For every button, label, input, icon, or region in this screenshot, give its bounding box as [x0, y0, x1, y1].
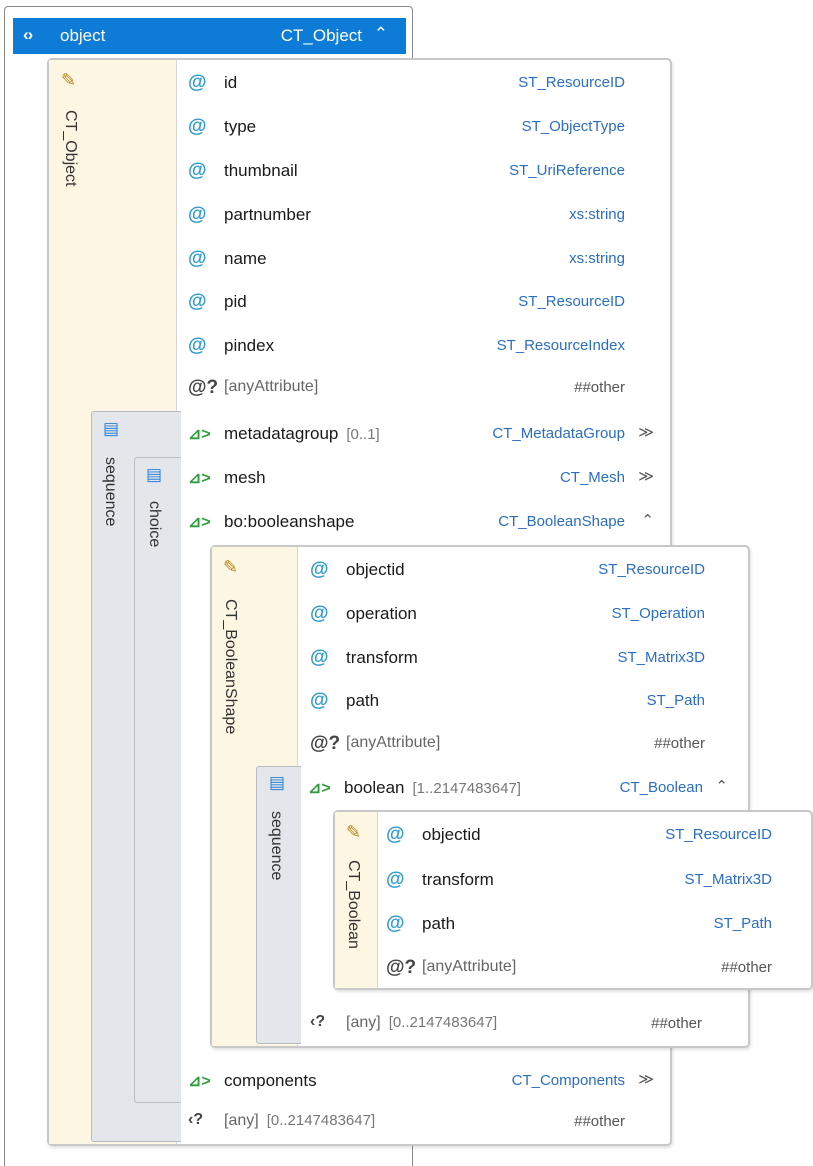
attribute-icon: @ [310, 690, 329, 711]
attribute-icon: @ [310, 647, 329, 668]
any-attribute-row[interactable]: @? [anyAttribute] ##other [310, 731, 710, 761]
expand-chevron-icon[interactable]: ≫ [638, 467, 654, 485]
collapse-chevron-icon[interactable]: ⌃ [374, 24, 388, 44]
ct-object-label: CT_Object [62, 110, 79, 187]
attribute-icon: @ [188, 335, 207, 356]
attribute-icon: @ [188, 160, 207, 181]
choice-icon: ▤ [146, 465, 163, 484]
sequence-icon: ▤ [103, 419, 120, 438]
attribute-row-path[interactable]: @ path ST_Path [310, 688, 710, 718]
object-element-name: object [60, 26, 106, 45]
attribute-row-transform[interactable]: @ transform ST_Matrix3D [386, 867, 776, 897]
expand-chevron-icon[interactable]: ≫ [638, 1070, 654, 1088]
attribute-icon: @ [386, 824, 405, 845]
expand-chevron-icon[interactable]: ≫ [638, 423, 654, 441]
sequence-compositor-booleanshape[interactable]: ▤ sequence [256, 766, 301, 1044]
attribute-row-operation[interactable]: @ operation ST_Operation [310, 601, 710, 631]
any-attribute-icon: @? [310, 733, 341, 754]
element-row-boolean[interactable]: ⊿> boolean [1..2147483647] CT_Boolean ⌃ [308, 775, 728, 805]
any-element-icon: ‹? [188, 1111, 204, 1128]
attribute-row-thumbnail[interactable]: @ thumbnail ST_UriReference [188, 158, 628, 188]
attribute-row-transform[interactable]: @ transform ST_Matrix3D [310, 645, 710, 675]
any-element-row[interactable]: ‹? [any] [0..2147483647] ##other [188, 1109, 628, 1139]
element-row-metadatagroup[interactable]: ⊿> metadatagroup [0..1] CT_MetadataGroup … [188, 421, 658, 451]
complex-type-icon: ✎ [223, 557, 239, 577]
element-row-booleanshape[interactable]: ⊿> bo:booleanshape CT_BooleanShape ⌃ [188, 509, 658, 539]
attribute-icon: @ [188, 204, 207, 225]
attribute-icon: @ [188, 291, 207, 312]
collapse-chevron-icon[interactable]: ⌃ [641, 511, 654, 529]
attribute-row-partnumber[interactable]: @ partnumber xs:string [188, 202, 628, 232]
attribute-row-type[interactable]: @ type ST_ObjectType [188, 114, 628, 144]
attribute-row-path[interactable]: @ path ST_Path [386, 911, 776, 941]
element-icon: ⊿> [188, 426, 211, 443]
any-attribute-icon: @? [386, 957, 417, 978]
sequence-label: sequence [268, 811, 285, 881]
any-attribute-row[interactable]: @? [anyAttribute] ##other [386, 955, 776, 985]
element-icon: ⊿> [188, 514, 211, 531]
attribute-row-objectid[interactable]: @ objectid ST_ResourceID [310, 557, 710, 587]
choice-label: choice [146, 501, 163, 548]
attribute-row-name[interactable]: @ name xs:string [188, 246, 628, 276]
attribute-icon: @ [310, 603, 329, 624]
element-icon: ⊿> [308, 780, 331, 797]
ct-booleanshape-label: CT_BooleanShape [222, 599, 239, 735]
any-attribute-icon: @? [188, 377, 219, 398]
attribute-row-pid[interactable]: @ pid ST_ResourceID [188, 289, 628, 319]
choice-compositor[interactable]: ▤ choice [134, 457, 181, 1103]
any-attribute-row[interactable]: @? [anyAttribute] ##other [188, 375, 628, 405]
attribute-icon: @ [310, 559, 329, 580]
element-row-mesh[interactable]: ⊿> mesh CT_Mesh ≫ [188, 465, 658, 495]
attribute-icon: @ [188, 116, 207, 137]
complex-type-icon: ✎ [346, 822, 362, 842]
ct-boolean-label: CT_Boolean [345, 860, 362, 949]
sequence-label: sequence [102, 457, 119, 527]
ct-boolean-label-panel: ✎ CT_Boolean [335, 812, 378, 988]
complex-type-icon: ✎ [61, 70, 77, 90]
element-icon: ‹› [23, 25, 33, 44]
any-element-row[interactable]: ‹? [any] [0..2147483647] ##other [310, 1011, 705, 1041]
attribute-row-objectid[interactable]: @ objectid ST_ResourceID [386, 822, 776, 852]
attribute-icon: @ [188, 72, 207, 93]
element-row-components[interactable]: ⊿> components CT_Components ≫ [188, 1068, 658, 1098]
attribute-icon: @ [188, 248, 207, 269]
element-icon: ⊿> [188, 1073, 211, 1090]
object-element-type[interactable]: CT_Object [281, 26, 362, 46]
attribute-icon: @ [386, 913, 405, 934]
attribute-icon: @ [386, 869, 405, 890]
attribute-row-id[interactable]: @ id ST_ResourceID [188, 70, 628, 100]
object-element-header[interactable]: ‹› object CT_Object ⌃ [13, 18, 406, 54]
collapse-chevron-icon[interactable]: ⌃ [715, 777, 728, 795]
any-element-icon: ‹? [310, 1013, 326, 1030]
attribute-row-pindex[interactable]: @ pindex ST_ResourceIndex [188, 333, 628, 363]
sequence-icon: ▤ [269, 773, 286, 792]
element-icon: ⊿> [188, 470, 211, 487]
